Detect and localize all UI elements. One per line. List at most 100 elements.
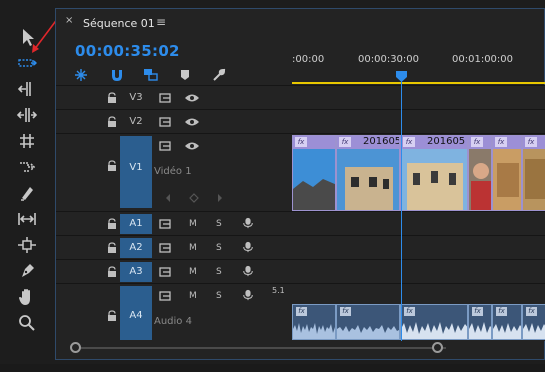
sync-lock-icon[interactable] <box>158 116 174 128</box>
fx-badge: fx <box>526 307 537 316</box>
hand-tool-icon[interactable] <box>13 286 41 308</box>
sync-lock-icon[interactable] <box>158 266 174 278</box>
pen-tool-icon[interactable] <box>13 260 41 282</box>
clip-thumbnail <box>337 149 399 210</box>
timeline-panel: × Séquence 01 ≡ 00:00:35:02 :00:00 00:00… <box>55 8 545 360</box>
sync-lock-icon[interactable] <box>158 218 174 230</box>
microphone-icon[interactable] <box>240 217 256 229</box>
lock-icon[interactable] <box>106 92 118 104</box>
microphone-icon[interactable] <box>240 289 256 301</box>
horizontal-zoom-scrollbar[interactable] <box>70 341 545 355</box>
eye-icon[interactable] <box>184 140 200 152</box>
lane-a3[interactable] <box>292 259 545 283</box>
scroll-track[interactable] <box>76 347 446 349</box>
linked-selection-icon[interactable] <box>142 66 160 84</box>
video-clip[interactable]: fx <box>468 135 492 211</box>
video-clip[interactable]: fx 201605 <box>400 135 468 211</box>
keyframe-navigator-icon[interactable] <box>164 192 224 204</box>
lock-icon[interactable] <box>106 310 118 322</box>
slip-tool-icon[interactable] <box>13 182 41 204</box>
lane-a2[interactable] <box>292 235 545 259</box>
fx-badge: fx <box>296 307 307 316</box>
razor-tool-icon[interactable] <box>13 156 41 178</box>
source-patch-a3[interactable]: A3 <box>120 262 152 282</box>
sync-lock-icon[interactable] <box>158 242 174 254</box>
scroll-handle-right[interactable] <box>432 342 443 353</box>
microphone-icon[interactable] <box>240 241 256 253</box>
fx-badge: fx <box>339 137 351 147</box>
solo-button[interactable]: S <box>216 219 222 229</box>
ripple-edit-tool-icon[interactable] <box>13 78 41 100</box>
fx-badge: fx <box>471 137 483 147</box>
timeline-controls <box>72 66 272 84</box>
solo-button[interactable]: S <box>216 243 222 253</box>
track-header-a1: A1 M S <box>56 211 292 235</box>
mute-button[interactable]: M <box>189 243 197 253</box>
track-name: Vidéo 1 <box>154 166 192 177</box>
microphone-icon[interactable] <box>240 265 256 277</box>
mute-button[interactable]: M <box>189 267 197 277</box>
waveform <box>469 322 491 339</box>
lock-icon[interactable] <box>106 266 118 278</box>
track-label: A3 <box>129 266 143 277</box>
track-name: Audio 4 <box>154 316 192 327</box>
waveform <box>293 323 335 339</box>
clip-thumbnail <box>493 149 521 210</box>
slide-tool-icon[interactable] <box>13 208 41 230</box>
track-label[interactable]: V2 <box>124 116 148 127</box>
rolling-edit-tool-icon[interactable] <box>13 104 41 126</box>
lock-icon[interactable] <box>106 242 118 254</box>
clip-thumbnail <box>401 149 467 210</box>
lane-a1[interactable] <box>292 211 545 235</box>
video-clip[interactable]: fx 201605 <box>336 135 400 211</box>
track-height-tool-icon[interactable] <box>13 234 41 256</box>
playhead-timecode[interactable]: 00:00:35:02 <box>75 42 180 60</box>
rate-stretch-tool-icon[interactable] <box>13 130 41 152</box>
source-patch-a2[interactable]: A2 <box>120 238 152 258</box>
lock-icon[interactable] <box>106 116 118 128</box>
fx-badge: fx <box>404 307 415 316</box>
add-marker-icon[interactable] <box>176 66 194 84</box>
audio-clip[interactable]: fx <box>522 304 545 340</box>
timeline-settings-wrench-icon[interactable] <box>210 66 228 84</box>
mute-button[interactable]: M <box>189 219 197 229</box>
source-patch-a1[interactable]: A1 <box>120 214 152 234</box>
video-clip[interactable]: fx <box>292 135 336 211</box>
lane-v2[interactable] <box>292 109 545 133</box>
audio-clip[interactable]: fx <box>336 304 400 340</box>
nest-toggle-icon[interactable] <box>72 66 90 84</box>
audio-clip[interactable]: fx <box>492 304 522 340</box>
sequence-title[interactable]: Séquence 01 <box>83 17 155 30</box>
time-ruler[interactable]: :00:00 00:00:30:00 00:01:00:00 <box>292 49 545 85</box>
eye-icon[interactable] <box>184 116 200 128</box>
audio-clip[interactable]: fx <box>292 304 336 340</box>
audio-clip[interactable]: fx <box>400 304 468 340</box>
source-patch-v1[interactable]: V1 <box>120 136 152 208</box>
lane-v3[interactable] <box>292 85 545 109</box>
snap-magnet-icon[interactable] <box>108 66 126 84</box>
solo-button[interactable]: S <box>216 267 222 277</box>
playhead-line[interactable] <box>401 79 402 341</box>
close-tab-icon[interactable]: × <box>65 15 73 26</box>
work-area-bar[interactable] <box>292 82 545 84</box>
ruler-label: 00:01:00:00 <box>452 54 514 65</box>
lock-icon[interactable] <box>106 218 118 230</box>
solo-button[interactable]: S <box>216 291 222 301</box>
sync-lock-icon[interactable] <box>158 290 174 302</box>
source-patch-a4[interactable]: A4 <box>120 286 152 340</box>
eye-icon[interactable] <box>184 92 200 104</box>
video-clip[interactable]: fx <box>522 135 545 211</box>
video-clip[interactable]: fx <box>492 135 522 211</box>
lock-icon[interactable] <box>106 160 118 172</box>
mute-button[interactable]: M <box>189 291 197 301</box>
panel-menu-icon[interactable]: ≡ <box>156 15 166 29</box>
ruler-label: 00:00:30:00 <box>358 54 420 65</box>
sync-lock-icon[interactable] <box>158 92 174 104</box>
scroll-handle-left[interactable] <box>70 342 81 353</box>
premiere-window: × Séquence 01 ≡ 00:00:35:02 :00:00 00:00… <box>0 0 545 372</box>
zoom-tool-icon[interactable] <box>13 312 41 334</box>
sync-lock-icon[interactable] <box>158 140 174 152</box>
track-area[interactable]: fx fx 201605 fx 201605 fx fx fx fx fx fx… <box>292 85 545 341</box>
audio-clip[interactable]: fx <box>468 304 492 340</box>
track-label[interactable]: V3 <box>124 92 148 103</box>
